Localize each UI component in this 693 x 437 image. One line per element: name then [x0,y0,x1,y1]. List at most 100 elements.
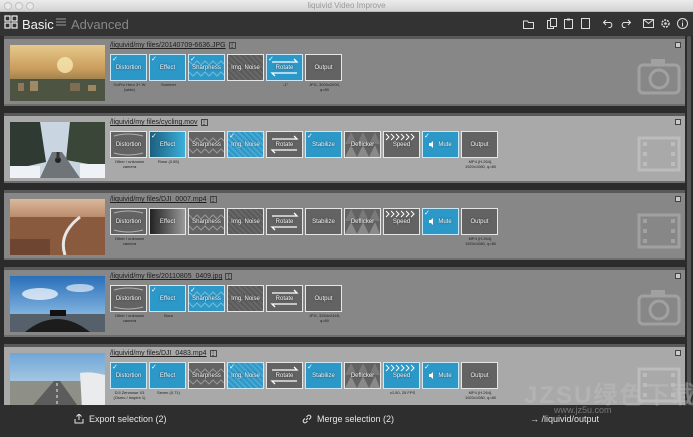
step-label: Img. Noise [231,295,260,302]
step-sharpness[interactable]: Sharpness [188,362,227,400]
output-folder-link[interactable]: → /liquivid/output [530,414,599,424]
step-sharpness[interactable]: ✓ Sharpness [188,54,227,92]
step-sharpness[interactable]: Sharpness [188,131,227,169]
check-icon: ✓ [151,133,157,140]
step-img-noise[interactable]: Img. Noise [227,285,266,323]
step-img-noise[interactable]: ✓ Img. Noise [227,131,266,169]
step-output[interactable]: Output MP4 (H.264), 1920x1080, q=80 [461,131,500,169]
file-name-text: /liquivid/my files/20110805_0409.jpg [110,273,223,280]
step-effect[interactable]: Effect [149,208,188,246]
file-row[interactable]: /liquivid/my files/DJI_0007.mp4 i Distort… [4,190,685,260]
file-row[interactable]: /liquivid/my files/cycling.mov i Distorti… [4,113,685,183]
step-effect[interactable]: ✓ Effect Seven (0.71) [149,362,188,400]
export-selection-button[interactable]: Export selection (2) [74,414,167,424]
step-img-noise[interactable]: Img. Noise [227,208,266,246]
file-name-link[interactable]: /liquivid/my files/cycling.mov i [110,119,208,126]
list-scrollbar[interactable] [686,36,692,405]
step-deflicker[interactable]: Deflicker [344,131,383,169]
check-icon: ✓ [151,287,157,294]
folder-icon[interactable] [522,17,535,30]
step-distortion[interactable]: Distortion Other / unknown camera [110,285,149,323]
step-img-noise[interactable]: Img. Noise [227,54,266,92]
info-badge-icon[interactable]: i [209,350,217,357]
row-remove-button[interactable] [675,42,681,48]
window-title: liquivid Video Improve [307,1,386,10]
step-output[interactable]: Output MP4 (H.264), 1920x1080, q=80 [461,362,500,400]
step-distortion[interactable]: ✓ Distortion GoPro Hero 3+ W (wide) [110,54,149,92]
step-distortion[interactable]: ✓ Distortion DJI Zenmuse X3 (Osmo / Inspire… [110,362,149,400]
step-stabilize[interactable]: ✓ Stabilize [305,131,344,169]
step-sharpness[interactable]: ✓ Sharpness [188,285,227,323]
step-output[interactable]: Output JPG, 3000x2000, q=80 [305,54,344,92]
step-rotate[interactable]: ✓ Rotate -1° [266,54,305,92]
step-effect[interactable]: ✓ Effect Bora [149,285,188,323]
thumbnail-highway [10,353,105,405]
undo-icon[interactable] [602,17,615,30]
processing-chain: Distortion Other / unknown camera ✓ Effect B… [110,285,344,323]
step-detail: (wide) [124,87,135,92]
step-deflicker[interactable]: Deflicker [344,362,383,400]
check-icon: ✓ [424,133,430,140]
step-rotate[interactable]: Rotate [266,285,305,323]
step-mute[interactable]: ✓ Mute [422,131,461,169]
step-detail: 1920x1080, q=80 [464,241,497,246]
check-icon: ✓ [268,56,274,63]
step-label: Sharpness [192,295,221,302]
info-badge-icon[interactable]: i [200,119,208,126]
step-mute[interactable]: ✓ Mute [422,362,461,400]
step-rotate[interactable]: Rotate [266,131,305,169]
redo-icon[interactable] [619,17,632,30]
step-deflicker[interactable]: Deflicker [344,208,383,246]
check-icon: ✓ [112,364,118,371]
step-output[interactable]: Output JPG, 3264x2448, q=80 [305,285,344,323]
step-effect[interactable]: ✓ Effect Summer [149,54,188,92]
step-output[interactable]: Output MP4 (H.264), 1920x1080, q=80 [461,208,500,246]
file-row[interactable]: /liquivid/my files/DJI_0483.mp4 i ✓ Distor… [4,344,685,405]
step-distortion[interactable]: Distortion Other / unknown camera [110,131,149,169]
check-icon: ✓ [307,133,313,140]
row-remove-button[interactable] [675,119,681,125]
step-detail: camera [122,164,137,169]
settings-icon[interactable] [659,17,672,30]
file-name-text: /liquivid/my files/cycling.mov [110,119,198,126]
step-speed[interactable]: Speed x1.50, 25 FPS [383,362,422,400]
row-remove-button[interactable] [675,350,681,356]
basic-mode-tab[interactable]: Basic [4,14,54,34]
step-mute[interactable]: ✓ Mute [422,208,461,246]
file-name-link[interactable]: /liquivid/my files/20140709-6636.JPG i [110,42,236,49]
step-label: Speed [392,141,411,148]
info-badge-icon[interactable]: i [225,273,233,280]
mail-icon[interactable] [642,17,655,30]
paste-icon[interactable] [562,17,575,30]
step-speed[interactable]: Speed [383,208,422,246]
advanced-mode-tab[interactable]: Advanced [55,16,129,32]
step-rotate[interactable]: Rotate [266,208,305,246]
row-remove-button[interactable] [675,196,681,202]
file-row[interactable]: /liquivid/my files/20110805_0409.jpg i Di… [4,267,685,337]
step-sharpness[interactable]: Sharpness [188,208,227,246]
step-img-noise[interactable]: ✓ Img. Noise [227,362,266,400]
step-distortion[interactable]: Distortion Other / unknown camera [110,208,149,246]
step-label: Rotate [275,64,294,71]
clipboard-icon[interactable] [579,17,592,30]
export-icon [74,414,84,424]
row-remove-button[interactable] [675,273,681,279]
step-effect[interactable]: ✓ Effect Rose (0.55) [149,131,188,169]
file-row[interactable]: /liquivid/my files/20140709-6636.JPG i ✓ D… [4,36,685,106]
file-name-link[interactable]: /liquivid/my files/DJI_0483.mp4 i [110,350,217,357]
step-stabilize[interactable]: ✓ Stabilize [305,362,344,400]
info-icon[interactable] [676,17,689,30]
info-badge-icon[interactable]: i [209,196,217,203]
merge-selection-button[interactable]: Merge selection (2) [302,414,394,424]
copy-icon[interactable] [545,17,558,30]
step-stabilize[interactable]: Stabilize [305,208,344,246]
step-speed[interactable]: Speed [383,131,422,169]
scrollbar-thumb[interactable] [687,36,691,405]
step-rotate[interactable]: Rotate [266,362,305,400]
file-name-link[interactable]: /liquivid/my files/DJI_0007.mp4 i [110,196,217,203]
file-name-link[interactable]: /liquivid/my files/20110805_0409.jpg i [110,273,233,280]
basic-mode-icon [4,14,18,34]
info-badge-icon[interactable]: i [228,42,236,49]
step-label: Stabilize [312,372,335,379]
step-label: Sharpness [192,218,221,225]
